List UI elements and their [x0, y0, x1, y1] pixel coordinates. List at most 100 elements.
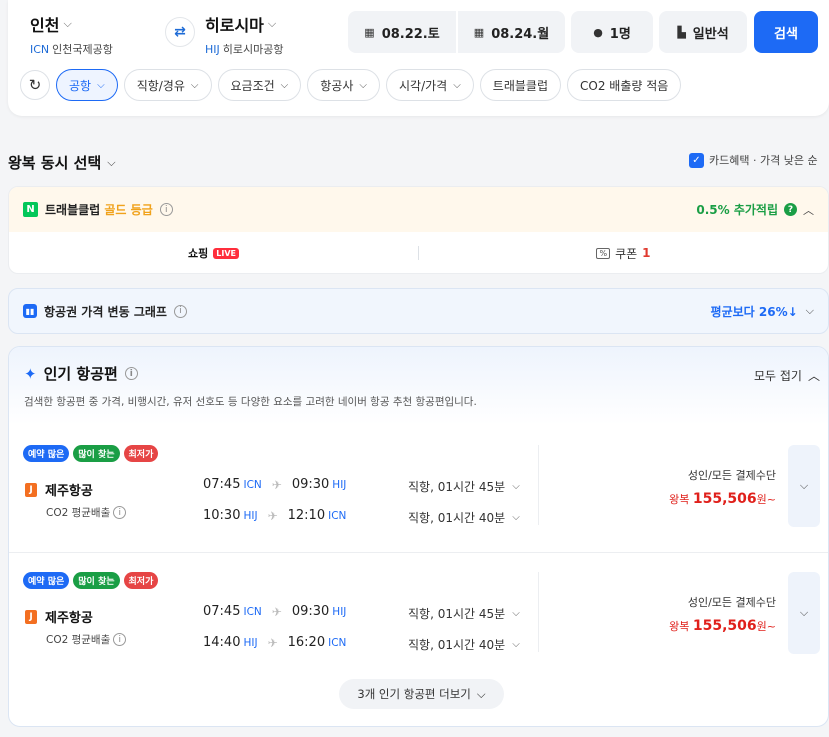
chevron-down-icon: ⌵: [799, 606, 809, 619]
chevron-down-icon: ⌵: [280, 79, 289, 91]
check-icon[interactable]: ✓: [689, 152, 704, 168]
chevron-up-icon[interactable]: ︿: [803, 202, 814, 218]
outbound-duration[interactable]: 직항, 01시간 45분 ⌵: [408, 605, 520, 622]
chevron-down-icon: ⌵: [476, 686, 486, 701]
outbound-duration[interactable]: 직항, 01시간 45분 ⌵: [408, 478, 520, 495]
filter-row: ↻ 공항 ⌵ 직항/경유 ⌵ 요금조건 ⌵ 항공사 ⌵ 시각/가격 ⌵ 트래블클럽 CO2…: [20, 69, 682, 101]
origin-airport: 인천국제공항: [52, 43, 113, 56]
coupon-icon: %: [596, 247, 611, 259]
info-icon[interactable]: i: [113, 633, 127, 646]
arr-code: ICN: [328, 636, 347, 649]
price-value: 155,506: [692, 491, 757, 507]
expand-button[interactable]: ⌵: [788, 572, 820, 654]
search-button[interactable]: 검색: [754, 11, 818, 53]
chevron-down-icon: ⌵: [512, 512, 520, 523]
fare-label: 성인/모든 결제수단: [687, 596, 776, 609]
expand-button[interactable]: ⌵: [788, 445, 820, 527]
seat-class-field[interactable]: ▙ 일반석: [659, 11, 747, 53]
collapse-all-label: 모두 접기: [754, 369, 802, 383]
info-icon[interactable]: i: [113, 506, 127, 519]
chevron-down-icon[interactable]: ⌵: [806, 304, 814, 318]
duration-label: 직항, 01시간 45분: [408, 607, 506, 621]
price-prefix: 왕복: [669, 620, 690, 633]
arr-time: 09:30: [291, 477, 330, 492]
passenger-count: 1명: [609, 26, 631, 42]
filter-co2[interactable]: CO2 배출량 적음: [567, 69, 682, 101]
dep-code: ICN: [243, 605, 262, 618]
info-icon[interactable]: i: [173, 304, 187, 318]
return-date-field[interactable]: ▦ 08.24.월: [458, 11, 565, 53]
origin-selector[interactable]: 인천 ⌵ ICN 인천국제공항: [30, 12, 113, 57]
depart-date-field[interactable]: ▦ 08.22.토: [348, 11, 456, 53]
arr-code: HIJ: [332, 605, 347, 618]
roundtrip-selector[interactable]: 왕복 동시 선택 ⌵: [8, 152, 116, 173]
chevron-down-icon: ⌵: [63, 17, 72, 30]
filter-fare[interactable]: 요금조건 ⌵: [217, 69, 302, 101]
sparkle-icon: ✦: [24, 364, 37, 383]
club-accrual: 0.5% 추가적립: [696, 203, 778, 217]
refresh-icon[interactable]: ↻: [20, 70, 50, 100]
naver-n-icon: N: [23, 202, 38, 217]
price-graph-bar[interactable]: ▮▮ 항공권 가격 변동 그래프 i 평균보다 26%↓ ⌵: [8, 288, 829, 334]
dep-code: HIJ: [243, 636, 258, 649]
info-icon[interactable]: i: [124, 367, 138, 380]
show-more-button[interactable]: 3개 인기 항공편 더보기 ⌵: [339, 679, 504, 709]
airline-logo-icon: J: [25, 609, 37, 624]
sort-option[interactable]: ✓ 카드혜택 · 가격 낮은 순: [689, 152, 818, 168]
duration-label: 직항, 01시간 40분: [408, 511, 506, 525]
info-icon[interactable]: i: [159, 203, 173, 216]
filter-time-price[interactable]: 시각/가격 ⌵: [385, 69, 474, 101]
outbound-leg: 07:45 ICN ✈ 09:30 HIJ: [203, 604, 346, 619]
popular-header: ✦ 인기 항공편 i 모두 접기 ︿ 검색한 항공편 중 가격, 비행시간, 유…: [9, 347, 828, 425]
collapse-all-button[interactable]: 모두 접기 ︿: [754, 367, 820, 384]
duration-label: 직항, 01시간 45분: [408, 480, 506, 494]
flight-card[interactable]: 예약 많은 많이 찾는 최저가 J 제주항공 CO2 평균배출 i 07:45 …: [9, 562, 828, 686]
flight-card[interactable]: 예약 많은 많이 찾는 최저가 J 제주항공 CO2 평균배출 i 07:45 …: [9, 435, 828, 559]
filter-label: CO2 배출량 적음: [580, 78, 669, 93]
arr-code: HIJ: [332, 478, 347, 491]
filter-airport[interactable]: 공항 ⌵: [56, 69, 118, 101]
destination-name: 히로시마: [205, 16, 264, 35]
passenger-field[interactable]: ● 1명: [571, 11, 653, 53]
destination-airport: 히로시마공항: [222, 43, 284, 56]
show-more-label: 3개 인기 항공편 더보기: [357, 687, 471, 701]
divider: [538, 445, 539, 525]
question-icon[interactable]: ?: [784, 203, 797, 216]
club-grade: 골드 등급: [104, 203, 153, 217]
airline-logo-icon: J: [25, 482, 37, 497]
inbound-duration[interactable]: 직항, 01시간 40분 ⌵: [408, 509, 520, 526]
return-date: 08.24.월: [491, 26, 550, 42]
origin-code: ICN: [30, 43, 50, 56]
inbound-leg: 14:40 HIJ ✈ 16:20 ICN: [203, 635, 346, 650]
chevron-down-icon: ⌵: [453, 79, 461, 91]
arr-time: 12:10: [287, 508, 326, 523]
co2-label: CO2 평균배출: [46, 634, 111, 646]
chevron-down-icon: ⌵: [512, 639, 520, 650]
popular-flights-section: ✦ 인기 항공편 i 모두 접기 ︿ 검색한 항공편 중 가격, 비행시간, 유…: [8, 346, 829, 727]
travel-club-header[interactable]: N 트래블클럽 골드 등급 i 0.5% 추가적립 ? ︿: [9, 187, 828, 232]
airline-name: 제주항공: [45, 611, 93, 626]
outbound-leg: 07:45 ICN ✈ 09:30 HIJ: [203, 477, 346, 492]
origin-name: 인천: [30, 16, 60, 35]
fare-label: 성인/모든 결제수단: [687, 469, 776, 482]
coupon-link[interactable]: % 쿠폰 1: [419, 245, 828, 262]
tag-badge: 많이 찾는: [73, 445, 120, 462]
chevron-down-icon: ⌵: [359, 79, 367, 91]
swap-icon[interactable]: ⇄: [165, 17, 195, 47]
price-value: 155,506: [692, 618, 757, 634]
coupon-count: 1: [642, 246, 651, 260]
divider: [538, 572, 539, 652]
roundtrip-title: 왕복 동시 선택: [8, 154, 102, 172]
arr-time: 09:30: [291, 604, 330, 619]
filter-airline[interactable]: 항공사 ⌵: [307, 69, 380, 101]
filter-label: 항공사: [320, 78, 354, 93]
shopping-live-link[interactable]: 쇼핑 LIVE: [9, 245, 418, 261]
calendar-icon: ▦: [473, 25, 485, 39]
filter-travel-club[interactable]: 트래블클럽: [479, 69, 561, 101]
dep-time: 07:45: [203, 477, 241, 492]
price-suffix: 원~: [756, 493, 776, 506]
destination-selector[interactable]: 히로시마 ⌵ HIJ 히로시마공항: [205, 12, 284, 57]
filter-label: 요금조건: [230, 78, 275, 93]
filter-direct[interactable]: 직항/경유 ⌵: [123, 69, 212, 101]
inbound-duration[interactable]: 직항, 01시간 40분 ⌵: [408, 636, 520, 653]
